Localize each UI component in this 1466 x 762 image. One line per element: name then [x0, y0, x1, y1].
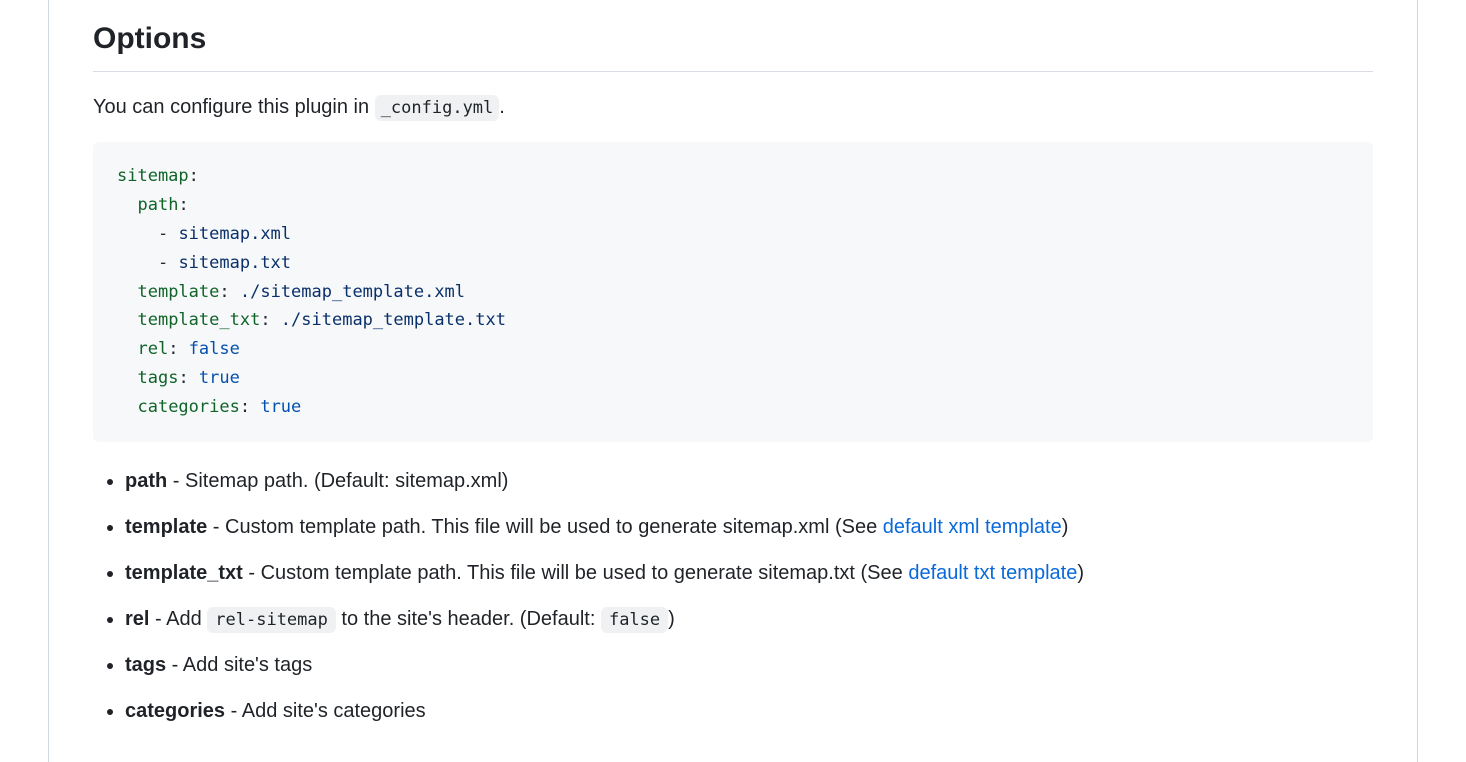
list-item: categories - Add site's categories [125, 692, 1373, 730]
yaml-bool: false [189, 339, 240, 359]
yaml-bool: true [199, 368, 240, 388]
default-txt-template-link[interactable]: default txt template [908, 562, 1077, 584]
intro-text-suffix: . [499, 96, 505, 118]
option-name: categories [125, 700, 225, 722]
option-desc: - Add site's tags [166, 654, 312, 676]
inline-code: rel-sitemap [207, 607, 336, 633]
yaml-key: sitemap [117, 166, 189, 186]
yaml-key: categories [137, 397, 239, 417]
option-desc: - Sitemap path. (Default: sitemap.xml) [167, 470, 508, 492]
option-desc: - Add site's categories [225, 700, 426, 722]
option-name: rel [125, 608, 149, 630]
option-name: template_txt [125, 562, 243, 584]
yaml-string: ./sitemap_template.txt [281, 310, 506, 330]
list-item: template_txt - Custom template path. Thi… [125, 554, 1373, 592]
default-xml-template-link[interactable]: default xml template [883, 516, 1062, 538]
inline-code: false [601, 607, 668, 633]
yaml-key: rel [137, 339, 168, 359]
yaml-key: path [137, 195, 178, 215]
yaml-bool: true [260, 397, 301, 417]
yaml-string: sitemap.xml [178, 224, 291, 244]
list-item: template - Custom template path. This fi… [125, 508, 1373, 546]
intro-paragraph: You can configure this plugin in _config… [93, 92, 1373, 122]
option-desc: - Add [149, 608, 207, 630]
yaml-string: sitemap.txt [178, 253, 291, 273]
option-desc-close: ) [1077, 562, 1084, 584]
list-item: path - Sitemap path. (Default: sitemap.x… [125, 462, 1373, 500]
intro-text-prefix: You can configure this plugin in [93, 96, 375, 118]
yaml-key: tags [137, 368, 178, 388]
option-desc: to the site's header. (Default: [336, 608, 601, 630]
option-desc: - Custom template path. This file will b… [207, 516, 883, 538]
option-name: tags [125, 654, 166, 676]
section-heading: Options [93, 0, 1373, 72]
option-name: path [125, 470, 167, 492]
list-item: tags - Add site's tags [125, 646, 1373, 684]
option-desc-close: ) [668, 608, 675, 630]
options-list: path - Sitemap path. (Default: sitemap.x… [93, 462, 1373, 730]
option-desc: - Custom template path. This file will b… [243, 562, 909, 584]
intro-config-code: _config.yml [375, 95, 500, 121]
yaml-string: ./sitemap_template.xml [240, 282, 465, 302]
yaml-code-block[interactable]: sitemap: path: - sitemap.xml - sitemap.t… [93, 142, 1373, 442]
option-name: template [125, 516, 207, 538]
yaml-key: template_txt [137, 310, 260, 330]
list-item: rel - Add rel-sitemap to the site's head… [125, 600, 1373, 638]
option-desc-close: ) [1062, 516, 1069, 538]
yaml-key: template [137, 282, 219, 302]
readme-section: Options You can configure this plugin in… [48, 0, 1418, 762]
